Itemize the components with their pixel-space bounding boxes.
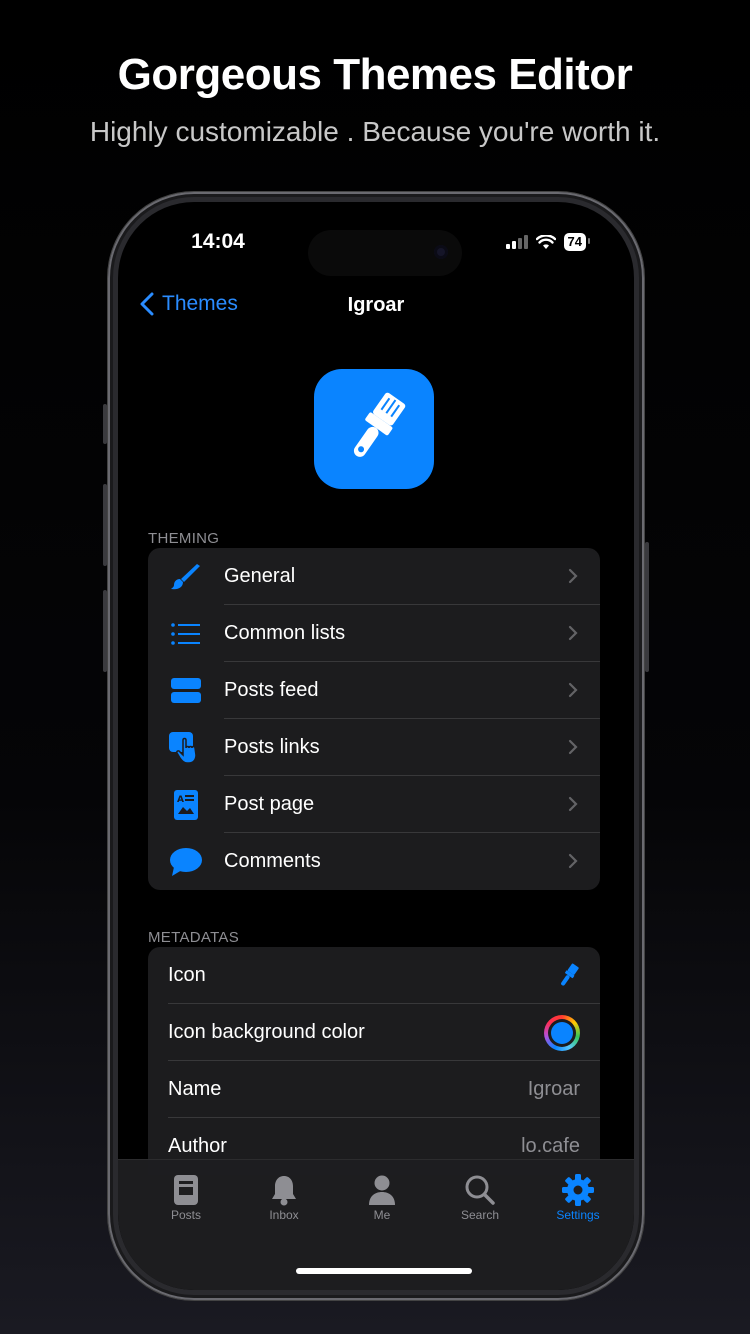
tab-posts[interactable]: Posts [137,1172,235,1222]
theme-icon-preview[interactable] [314,369,434,489]
page-title: Igroar [347,294,405,316]
meta-label: Icon background color [168,1021,365,1043]
signal-icon [505,235,528,249]
gear-icon [562,1174,594,1206]
theming-item-posts-feed[interactable]: Posts feed [148,662,600,719]
hero-subtitle: Highly customizable . Because you're wor… [89,116,661,147]
theming-item-posts-links[interactable]: Posts links [148,719,600,776]
meta-label: Name [168,1078,222,1100]
wifi-icon [535,234,556,249]
theming-item-label: Posts links [224,736,320,758]
theming-item-label: Posts feed [224,679,319,701]
dynamic-island [308,230,462,276]
theming-item-label: Comments [224,850,321,872]
paintbrush-icon [561,963,579,986]
theming-item-label: General [224,565,296,587]
theming-item-common-lists[interactable]: Common lists [148,605,600,662]
chevron-right-icon [568,682,578,698]
hand-pointer-icon [169,731,197,764]
tab-settings[interactable]: Settings [529,1172,627,1222]
meta-label: Author [168,1135,227,1157]
book-icon [174,1175,198,1205]
volume-down-button [103,590,107,672]
theming-item-label: Post page [224,793,315,815]
status-time: 14:04 [191,230,245,253]
svg-text:A: A [177,795,184,805]
meta-label: Icon [168,964,206,986]
chevron-right-icon [568,853,578,869]
volume-up-button [103,484,107,566]
chevron-right-icon [568,739,578,755]
bell-icon [272,1176,296,1206]
hero-title: Gorgeous Themes Editor [117,50,633,99]
paintbrush-icon [353,392,406,457]
color-well[interactable] [544,1015,580,1051]
tab-bar: Posts Inbox Me Search Settings [118,1159,634,1290]
meta-row-icon[interactable]: Icon [148,947,600,1004]
phone-frame: 14:04 74 Themes Igroar THEMING General C… [103,192,649,1300]
battery-indicator: 74 [563,233,591,251]
metadatas-group: Icon Icon background color Name Igroar A… [148,947,600,1175]
meta-row-icon-bg-color[interactable]: Icon background color [148,1004,600,1061]
power-button [645,542,649,672]
theming-header: THEMING [148,530,220,547]
chevron-right-icon [568,625,578,641]
tab-label: Settings [556,1208,600,1222]
tab-me[interactable]: Me [333,1172,431,1222]
theming-item-general[interactable]: General [148,548,600,605]
tab-label: Search [460,1208,500,1222]
status-icons: 74 [505,232,591,252]
chevron-right-icon [568,796,578,812]
tab-inbox[interactable]: Inbox [235,1172,333,1222]
speech-bubble-icon [170,847,202,876]
nav-bar: Themes Igroar [118,282,634,332]
magnifier-icon [465,1175,495,1205]
metadatas-header: METADATAS [148,929,240,946]
meta-row-name[interactable]: Name Igroar [148,1061,600,1118]
list-icon [171,622,200,645]
rectangles-icon [171,677,201,703]
person-icon [369,1175,395,1205]
home-indicator[interactable] [296,1268,472,1274]
tab-label: Me [373,1208,391,1222]
action-button [103,404,107,444]
paintbrush-icon [171,563,200,589]
meta-value: Igroar [527,1078,580,1100]
document-icon: A [174,789,198,820]
camera-icon [434,245,448,259]
theming-group: General Common lists Posts feed Posts li… [148,548,600,890]
tab-label: Posts [170,1208,201,1222]
tab-label: Inbox [269,1208,299,1222]
tab-search[interactable]: Search [431,1172,529,1222]
theming-item-comments[interactable]: Comments [148,833,600,890]
theming-item-label: Common lists [224,622,346,644]
meta-value: lo.cafe [521,1135,580,1157]
chevron-right-icon [568,568,578,584]
phone-screen: 14:04 74 Themes Igroar THEMING General C… [118,202,634,1290]
theming-item-post-page[interactable]: A Post page [148,776,600,833]
